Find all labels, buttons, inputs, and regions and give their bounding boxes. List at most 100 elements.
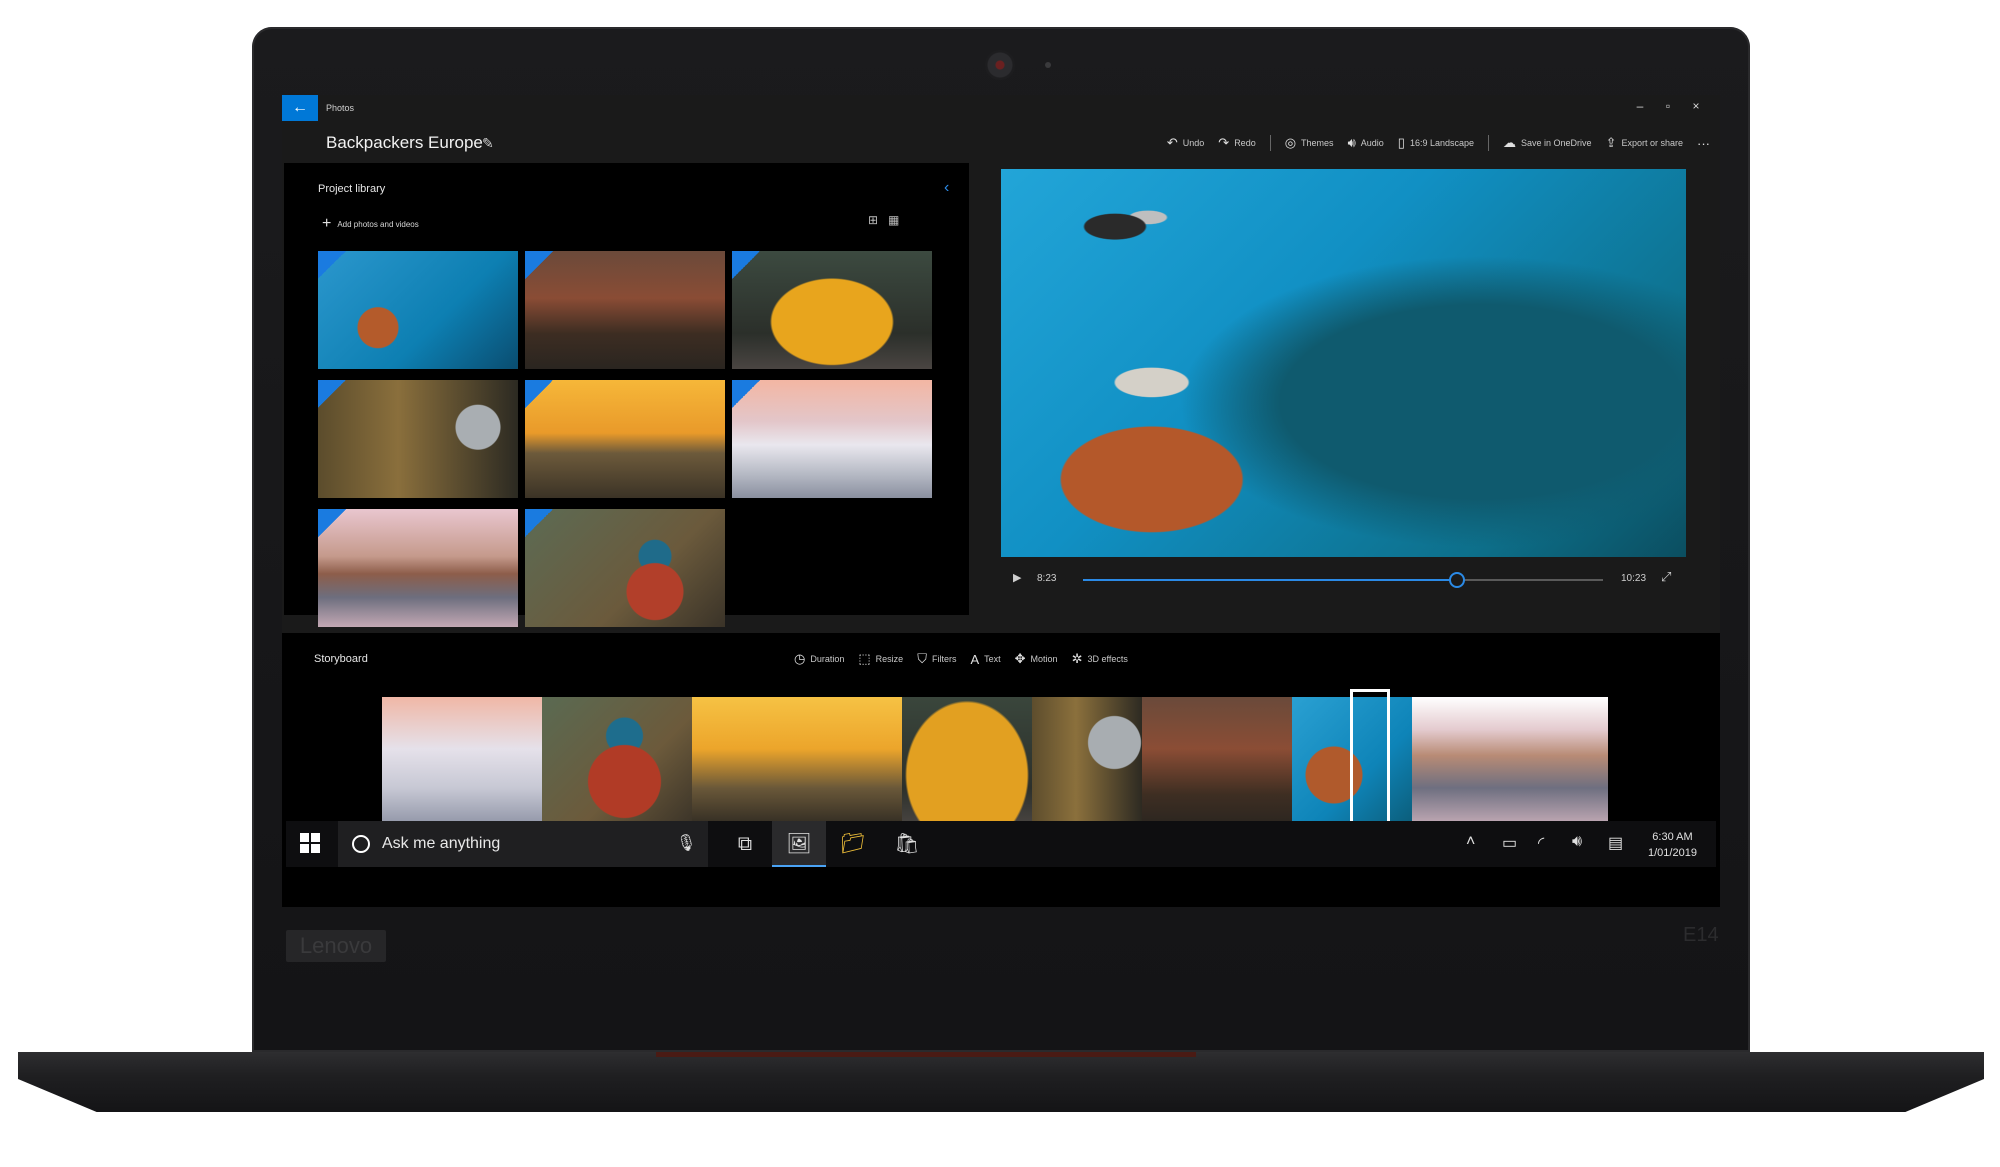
filters-button[interactable]: ⛉ Filters <box>917 651 956 667</box>
play-icon[interactable]: ▶ <box>1013 571 1021 584</box>
motion-label: Motion <box>1030 654 1058 664</box>
clock-time: 6:30 AM <box>1652 831 1693 843</box>
storyboard-tools: ◷ Duration ⬚ Resize ⛉ Filters A Text ✥ Motion… <box>794 651 1128 667</box>
cloud-icon: ☁ <box>1503 135 1517 150</box>
screen: ← Photos – ▫ × Backpackers Europe ✎ ↶ Und… <box>282 95 1720 907</box>
chevron-up-icon[interactable]: ˄ <box>1466 833 1475 851</box>
volume-icon[interactable]: 🔊︎ <box>1572 833 1582 851</box>
save-label: Save in OneDrive <box>1521 138 1592 148</box>
close-button[interactable]: × <box>1684 99 1708 113</box>
text-button[interactable]: A Text <box>970 651 1000 667</box>
small-grid-icon[interactable]: ▦ <box>888 213 899 227</box>
library-thumbnail[interactable] <box>318 509 518 627</box>
resize-button[interactable]: ⬚ Resize <box>858 651 903 667</box>
library-thumbnail[interactable] <box>732 251 932 369</box>
library-thumbnail[interactable] <box>525 251 725 369</box>
project-title[interactable]: Backpackers Europe <box>326 133 483 153</box>
notification-icon[interactable]: ▤ <box>1608 833 1623 853</box>
speaker-icon: 🔊︎ <box>1347 135 1356 150</box>
aspect-ratio-label: 16:9 Landscape <box>1409 138 1475 148</box>
audio-label: Audio <box>1360 138 1384 148</box>
undo-button[interactable]: ↶ Undo <box>1167 135 1204 151</box>
plus-icon: + <box>322 215 332 232</box>
resize-icon: ⬚ <box>858 651 871 666</box>
storyboard-clip[interactable] <box>542 697 692 827</box>
playback-controls: ▶ 8:23 10:23 ⤢ <box>1001 563 1686 599</box>
file-explorer-icon[interactable]: 📁︎ <box>826 821 880 867</box>
seek-handle[interactable] <box>1449 572 1466 588</box>
themes-button[interactable]: ◎ Themes <box>1285 135 1334 151</box>
themes-label: Themes <box>1301 138 1334 148</box>
save-onedrive-button[interactable]: ☁ Save in OneDrive <box>1503 135 1592 151</box>
microphone-icon[interactable]: 🎙︎ <box>676 833 696 853</box>
video-preview[interactable] <box>1001 169 1686 557</box>
redo-label: Redo <box>1234 138 1256 148</box>
add-photos-button[interactable]: + Add photos and videos <box>322 215 419 233</box>
storyboard-title: Storyboard <box>314 653 368 665</box>
resize-label: Resize <box>875 654 904 664</box>
3d-effects-button[interactable]: ✲ 3D effects <box>1072 651 1128 667</box>
windows-start-icon[interactable] <box>300 833 320 853</box>
battery-icon[interactable]: ▭ <box>1502 833 1517 853</box>
arrow-left-icon: ← <box>292 99 308 116</box>
project-header: Backpackers Europe ✎ ↶ Undo ↷ Redo ◎ Themes… <box>282 123 1720 163</box>
pencil-icon[interactable]: ✎ <box>482 135 494 152</box>
library-thumbnail[interactable] <box>525 509 725 627</box>
aspect-ratio-icon: ▯ <box>1397 135 1405 150</box>
export-button[interactable]: ⇪ Export or share <box>1606 135 1683 151</box>
seek-bar[interactable] <box>1083 572 1603 588</box>
duration-label: Duration <box>810 654 845 664</box>
editor-area: Project library ‹ + Add photos and video… <box>282 163 1720 633</box>
app-name: Photos <box>326 103 355 113</box>
laptop-base <box>18 1052 1984 1112</box>
search-placeholder: Ask me anything <box>382 835 501 852</box>
duration-button[interactable]: ◷ Duration <box>794 651 844 667</box>
large-grid-icon[interactable]: ⊞ <box>868 213 878 227</box>
title-bar: ← Photos – ▫ × <box>282 95 1720 123</box>
system-clock[interactable]: 6:30 AM 1/01/2019 <box>1648 829 1697 861</box>
audio-button[interactable]: 🔊︎ Audio <box>1348 135 1384 151</box>
more-button[interactable]: ··· <box>1697 136 1710 151</box>
store-icon[interactable]: 🛍︎ <box>880 821 934 867</box>
clock-icon: ◷ <box>794 651 806 666</box>
playhead-selection[interactable] <box>1350 689 1390 831</box>
add-photos-label: Add photos and videos <box>337 219 419 229</box>
library-thumbnail[interactable] <box>732 380 932 498</box>
minimize-button[interactable]: – <box>1628 99 1652 113</box>
seek-progress <box>1083 579 1458 581</box>
library-thumbnail[interactable] <box>318 251 518 369</box>
storyboard-clip[interactable] <box>692 697 902 827</box>
storyboard-clip[interactable] <box>1412 697 1608 827</box>
storyboard: Storyboard ◷ Duration ⬚ Resize ⛉ Filters AT… <box>286 633 1716 831</box>
more-icon: ··· <box>1697 135 1710 151</box>
collapse-chevron-icon[interactable]: ‹ <box>944 179 949 197</box>
library-thumbnail[interactable] <box>525 380 725 498</box>
text-icon: A <box>970 651 980 667</box>
3d-effects-label: 3D effects <box>1087 654 1128 664</box>
storyboard-clip[interactable] <box>1142 697 1292 827</box>
toolbar-divider <box>1488 135 1490 151</box>
fullscreen-icon[interactable]: ⤢ <box>1661 569 1671 585</box>
library-thumbnail[interactable] <box>318 380 518 498</box>
photos-app-icon[interactable]: 🖼︎ <box>772 821 826 867</box>
task-view-icon[interactable]: ⧉ <box>718 821 772 867</box>
base-accent <box>656 1052 1196 1057</box>
brand-logo: Lenovo <box>286 930 386 962</box>
restore-button[interactable]: ▫ <box>1656 99 1680 113</box>
library-title: Project library <box>318 183 386 195</box>
storyboard-clip[interactable] <box>902 697 1032 827</box>
motion-button[interactable]: ✥ Motion <box>1015 651 1058 667</box>
storyboard-clip[interactable] <box>382 697 542 827</box>
aspect-ratio-button[interactable]: ▯ 16:9 Landscape <box>1398 135 1474 151</box>
undo-icon: ↶ <box>1166 135 1178 150</box>
redo-button[interactable]: ↷ Redo <box>1218 135 1255 151</box>
wifi-icon[interactable]: ◜ <box>1538 833 1544 853</box>
filmstrip <box>382 697 1608 827</box>
back-button[interactable]: ← <box>282 95 318 121</box>
sparkle-icon: ✲ <box>1071 651 1083 666</box>
search-box[interactable]: Ask me anything 🎙︎ <box>338 821 708 867</box>
filters-label: Filters <box>931 654 957 664</box>
storyboard-clip[interactable] <box>1032 697 1142 827</box>
project-library: Project library ‹ + Add photos and video… <box>284 163 969 627</box>
webcam <box>985 50 1015 80</box>
